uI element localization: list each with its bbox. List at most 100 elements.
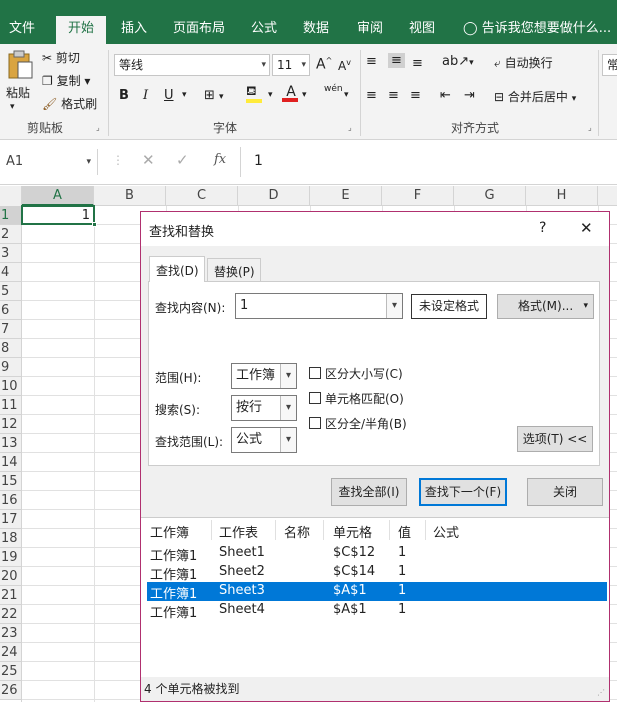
tab-file[interactable]: 文件 — [0, 16, 44, 44]
merge-center-button[interactable]: ⊟ 合并后居中 ▾ — [494, 88, 576, 105]
match-case-checkbox[interactable] — [309, 367, 321, 379]
row-header-25[interactable]: 25 — [0, 662, 21, 681]
find-next-button[interactable]: 查找下一个(F) — [419, 478, 507, 506]
copy-button[interactable]: ❐ 复制 ▾ — [42, 72, 90, 89]
borders-button[interactable]: ⊞ ▾ — [204, 88, 224, 103]
column-header-g[interactable]: G — [454, 186, 526, 206]
font-launcher-icon[interactable]: ⌟ — [348, 123, 352, 132]
italic-button[interactable]: I — [143, 88, 148, 103]
results-header-name[interactable]: 名称 — [284, 522, 310, 541]
tab-replace[interactable]: 替换(P) — [207, 258, 261, 282]
row-header-6[interactable]: 6 — [0, 301, 21, 320]
fill-handle[interactable] — [92, 222, 97, 227]
fill-color-button[interactable]: ⛾ — [246, 84, 266, 103]
align-bottom-button[interactable]: ≡ — [412, 56, 423, 71]
name-box[interactable]: A1 ▾ — [0, 149, 98, 175]
column-header-a[interactable]: A — [22, 186, 94, 206]
row-header-9[interactable]: 9 — [0, 358, 21, 377]
formula-input[interactable]: 1 — [254, 153, 263, 169]
row-header-8[interactable]: 8 — [0, 339, 21, 358]
row-header-1[interactable]: 1 — [0, 206, 21, 225]
row-header-20[interactable]: 20 — [0, 567, 21, 586]
paste-dropdown-icon[interactable]: ▾ — [10, 102, 15, 112]
wrap-text-button[interactable]: ⤶ 自动换行 — [494, 54, 553, 71]
row-header-14[interactable]: 14 — [0, 453, 21, 472]
increase-indent-button[interactable]: ⇥ — [464, 88, 475, 103]
shrink-font-button[interactable]: Av — [338, 58, 351, 73]
close-icon[interactable]: ✕ — [580, 219, 593, 237]
result-row[interactable]: 工作簿1 Sheet2 $C$14 1 — [147, 563, 607, 583]
row-header-16[interactable]: 16 — [0, 491, 21, 510]
tab-insert[interactable]: 插入 — [112, 16, 156, 44]
format-button[interactable]: 格式(M)... ▾ — [497, 294, 594, 319]
chevron-down-icon[interactable]: ▾ — [386, 294, 402, 318]
cut-button[interactable]: ✂ 剪切 — [42, 49, 80, 66]
find-what-input[interactable]: 1 ▾ — [235, 293, 403, 319]
row-header-21[interactable]: 21 — [0, 586, 21, 605]
help-button[interactable]: ? — [539, 220, 546, 236]
select-all-corner[interactable] — [0, 186, 22, 206]
phonetic-button[interactable]: wén — [324, 84, 343, 94]
row-header-3[interactable]: 3 — [0, 244, 21, 263]
search-select[interactable]: 按行 ▾ — [231, 395, 297, 421]
row-header-7[interactable]: 7 — [0, 320, 21, 339]
results-header-formula[interactable]: 公式 — [433, 522, 459, 541]
result-row[interactable]: 工作簿1 Sheet1 $C$12 1 — [147, 544, 607, 564]
tab-formulas[interactable]: 公式 — [242, 16, 286, 44]
grow-font-button[interactable]: A^ — [316, 56, 332, 73]
align-left-button[interactable]: ≡ — [366, 88, 377, 103]
row-header-26[interactable]: 26 — [0, 681, 21, 700]
insert-function-icon[interactable]: fx — [214, 152, 226, 167]
match-byte-checkbox[interactable] — [309, 417, 321, 429]
font-name-combo[interactable]: 等线 ▾ — [114, 54, 270, 76]
row-header-5[interactable]: 5 — [0, 282, 21, 301]
font-size-combo[interactable]: 11 ▾ — [272, 54, 310, 76]
column-header-d[interactable]: D — [238, 186, 310, 206]
find-all-button[interactable]: 查找全部(I) — [331, 478, 407, 506]
clipboard-launcher-icon[interactable]: ⌟ — [96, 123, 100, 132]
result-row[interactable]: 工作簿1 Sheet4 $A$1 1 — [147, 601, 607, 621]
column-header-f[interactable]: F — [382, 186, 454, 206]
results-header-cell[interactable]: 单元格 — [333, 522, 372, 541]
number-format-combo[interactable]: 常 — [602, 54, 617, 76]
tab-view[interactable]: 视图 — [400, 16, 444, 44]
alignment-launcher-icon[interactable]: ⌟ — [588, 123, 592, 132]
underline-button[interactable]: U — [164, 88, 174, 103]
tab-page-layout[interactable]: 页面布局 — [166, 16, 232, 44]
cancel-icon[interactable]: ✕ — [142, 151, 155, 169]
column-header-c[interactable]: C — [166, 186, 238, 206]
row-header-19[interactable]: 19 — [0, 548, 21, 567]
row-header-18[interactable]: 18 — [0, 529, 21, 548]
row-header-10[interactable]: 10 — [0, 377, 21, 396]
results-header-value[interactable]: 值 — [398, 522, 411, 541]
tab-find[interactable]: 查找(D) — [149, 256, 205, 282]
results-header-book[interactable]: 工作簿 — [150, 522, 189, 541]
cell-a1[interactable]: 1 — [21, 205, 97, 227]
orientation-button[interactable]: ab↗▾ — [442, 54, 474, 69]
row-header-24[interactable]: 24 — [0, 643, 21, 662]
row-header-15[interactable]: 15 — [0, 472, 21, 491]
align-right-button[interactable]: ≡ — [410, 88, 421, 103]
enter-icon[interactable]: ✓ — [176, 151, 189, 169]
options-button[interactable]: 选项(T) << — [517, 426, 593, 452]
tell-me-box[interactable]: ◯ 告诉我您想要做什么... — [463, 16, 611, 44]
column-header-b[interactable]: B — [94, 186, 166, 206]
format-painter-button[interactable]: 🖌 格式刷 — [42, 95, 97, 112]
close-button[interactable]: 关闭 — [527, 478, 603, 506]
row-header-23[interactable]: 23 — [0, 624, 21, 643]
align-center-button[interactable]: ≡ — [388, 88, 399, 103]
within-select[interactable]: 工作簿 ▾ — [231, 363, 297, 389]
row-header-17[interactable]: 17 — [0, 510, 21, 529]
align-middle-button[interactable]: ≡ — [388, 53, 405, 68]
paste-button[interactable]: 粘贴 — [6, 84, 30, 101]
row-header-12[interactable]: 12 — [0, 415, 21, 434]
row-header-11[interactable]: 11 — [0, 396, 21, 415]
font-color-dropdown-icon[interactable]: ▾ — [302, 90, 307, 100]
result-row[interactable]: 工作簿1 Sheet3 $A$1 1 — [147, 582, 607, 602]
row-header-22[interactable]: 22 — [0, 605, 21, 624]
paste-icon[interactable] — [6, 50, 34, 80]
align-top-button[interactable]: ≡ — [366, 54, 377, 69]
column-header-e[interactable]: E — [310, 186, 382, 206]
underline-dropdown-icon[interactable]: ▾ — [182, 90, 187, 100]
fill-dropdown-icon[interactable]: ▾ — [268, 90, 273, 100]
